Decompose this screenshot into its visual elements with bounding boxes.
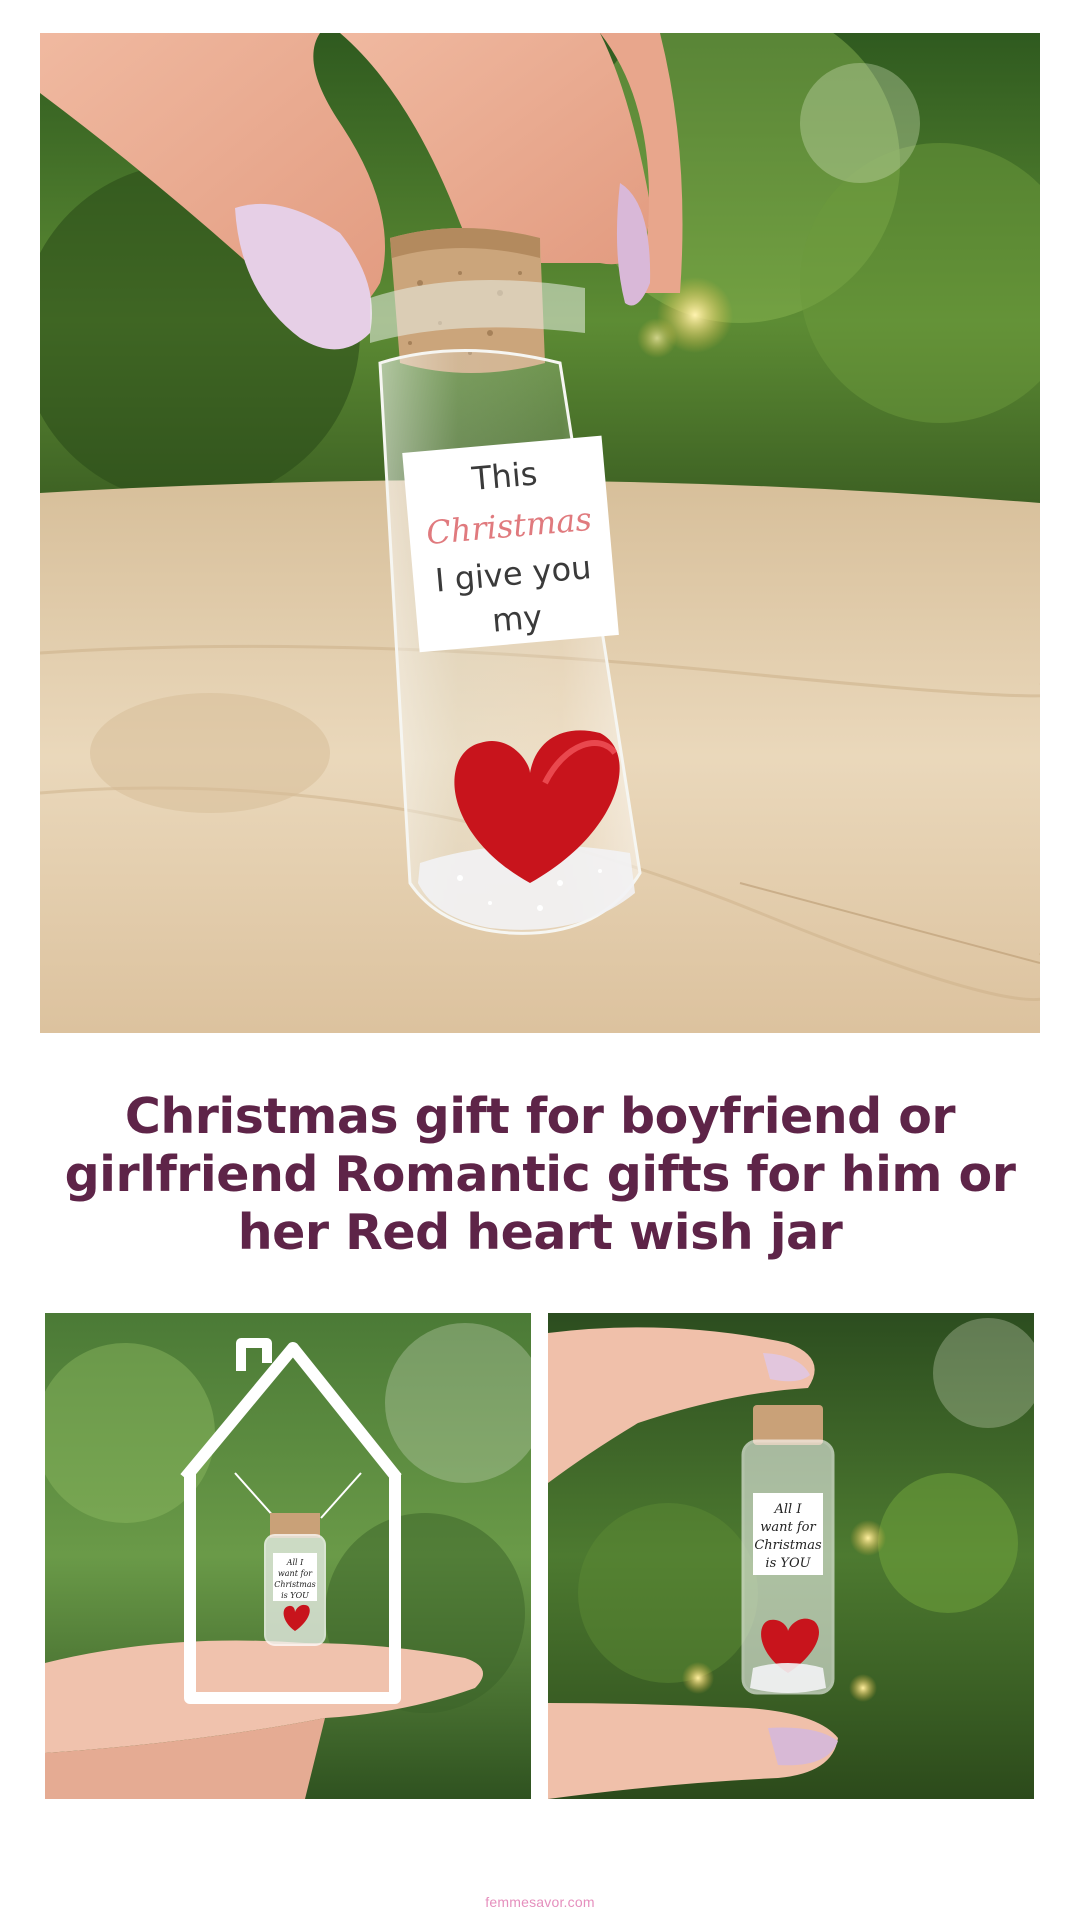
left-label-line-4: is YOU <box>281 1591 309 1600</box>
right-label-line-3: Christmas <box>754 1538 822 1553</box>
watermark: femmesavor.com <box>485 1894 595 1910</box>
product-title: Christmas gift for boyfriend or girlfrie… <box>64 1088 1016 1261</box>
hero-label-line-1: This <box>469 454 538 498</box>
held-jar-image: All I want for Christmas is YOU <box>548 1313 1034 1799</box>
left-label-line-2: want for <box>278 1569 313 1578</box>
left-label-line-1: All I <box>286 1558 304 1567</box>
right-label-line-4: is YOU <box>765 1556 811 1571</box>
right-label-line-1: All I <box>774 1502 803 1517</box>
held-jar-scene: All I want for Christmas is YOU <box>548 1313 1034 1799</box>
hero-image: This Christmas I give you my <box>40 33 1040 1033</box>
left-label-line-3: Christmas <box>274 1580 315 1589</box>
house-jar-image: All I want for Christmas is YOU <box>45 1313 531 1799</box>
hero-jar-label: This Christmas I give you my <box>402 435 619 653</box>
right-label-line-2: want for <box>760 1520 816 1535</box>
hero-scene: This Christmas I give you my <box>40 33 1040 1033</box>
house-jar-scene: All I want for Christmas is YOU <box>45 1313 531 1799</box>
hero-label-line-4: my <box>490 598 543 640</box>
